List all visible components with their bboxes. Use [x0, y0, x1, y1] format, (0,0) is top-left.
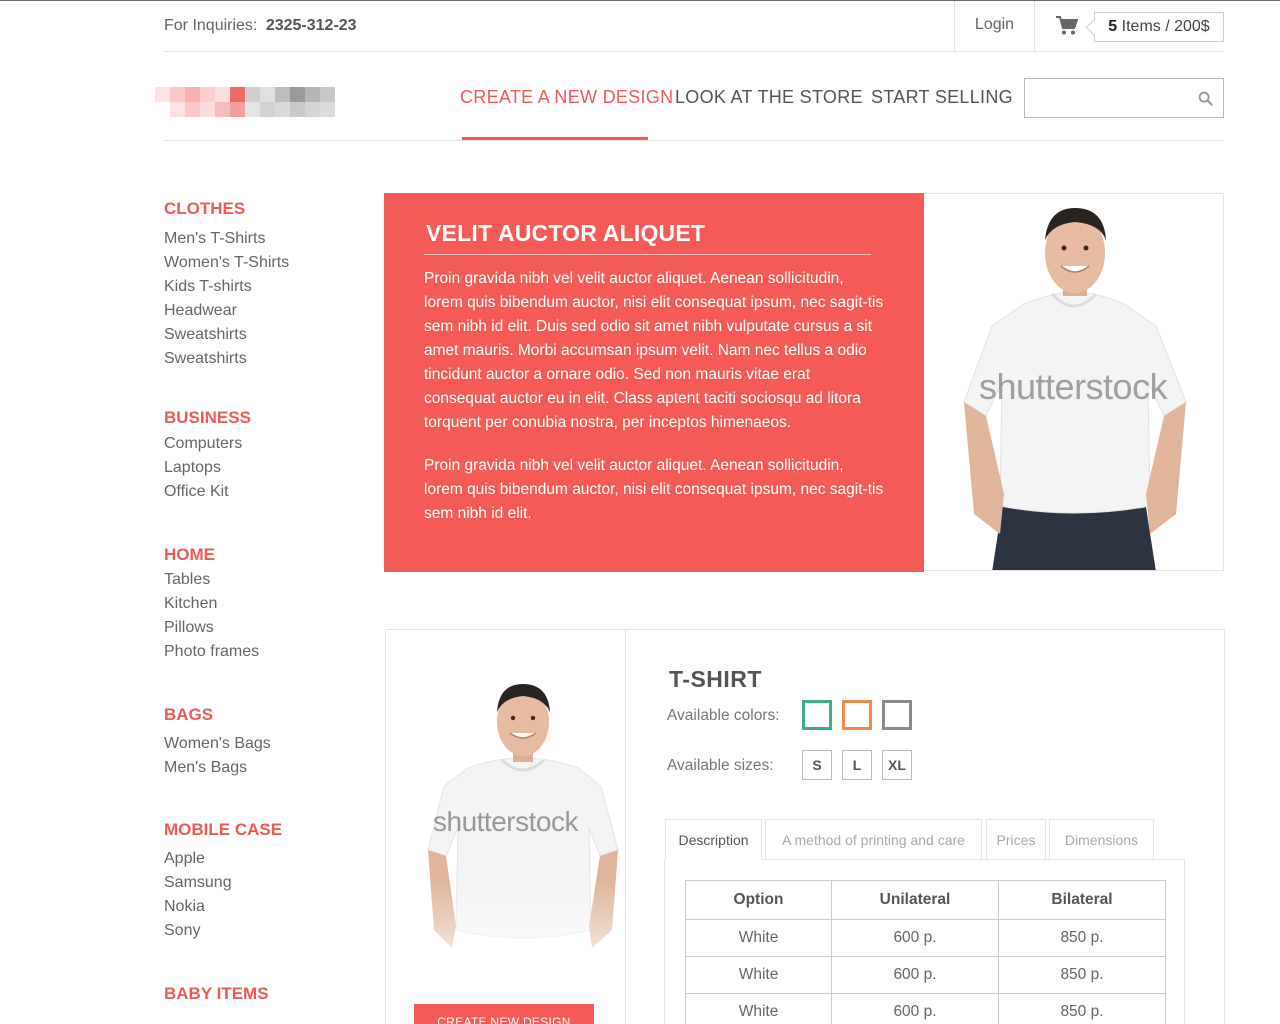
- hero-title: VELIT AUCTOR ALIQUET: [426, 220, 706, 246]
- watermark-text: shutterstock: [433, 806, 578, 837]
- inquiry-info: For Inquiries: 2325-312-23: [164, 17, 357, 35]
- category-clothes: CLOTHES Men's T-Shirts Women's T-Shirts …: [164, 197, 364, 371]
- category-item[interactable]: Men's T-Shirts: [164, 227, 364, 251]
- search-input[interactable]: [1025, 79, 1190, 117]
- hero-paragraph: Proin gravida nibh vel velit auctor aliq…: [424, 457, 884, 522]
- tab-dimensions[interactable]: Dimensions: [1049, 819, 1154, 860]
- create-new-design-button[interactable]: CREATE NEW DESIGN: [414, 1004, 594, 1024]
- available-colors-label: Available colors:: [667, 707, 780, 724]
- inquiry-label: For Inquiries:: [164, 17, 258, 34]
- search-box: [1024, 78, 1224, 118]
- table-row: White 600 p. 850 p.: [685, 993, 1166, 1024]
- category-item[interactable]: Kitchen: [164, 592, 364, 616]
- size-option-xl[interactable]: XL: [882, 750, 912, 780]
- category-sidebar: CLOTHES Men's T-Shirts Women's T-Shirts …: [164, 197, 364, 1006]
- column-header-bilateral: Bilateral: [998, 880, 1166, 920]
- cart-summary[interactable]: 5 Items / 200$: [1094, 12, 1224, 42]
- table-header-row: Option Unilateral Bilateral: [685, 880, 1166, 920]
- product-card: shutterstock CREATE NEW DESIGN T-SHIRT A…: [385, 629, 1225, 1024]
- table-cell: 600 p.: [831, 993, 999, 1024]
- category-item[interactable]: Men's Bags: [164, 756, 364, 780]
- cart-total: Items / 200$: [1117, 18, 1210, 35]
- header-divider: [164, 140, 1224, 141]
- nav-look-store[interactable]: LOOK AT THE STORE: [675, 87, 863, 108]
- category-item[interactable]: Photo frames: [164, 640, 364, 664]
- category-baby-items: BABY ITEMS: [164, 982, 364, 1006]
- product-title: T-SHIRT: [669, 666, 762, 692]
- category-item[interactable]: Sweatshirts: [164, 347, 364, 371]
- category-bags: BAGS Women's Bags Men's Bags: [164, 703, 364, 780]
- category-item[interactable]: Women's T-Shirts: [164, 251, 364, 275]
- table-cell: 850 p.: [998, 919, 1166, 957]
- table-cell: White: [685, 993, 832, 1024]
- table-cell: White: [685, 956, 832, 994]
- category-title[interactable]: BUSINESS: [164, 406, 364, 430]
- hero-model-image: shutterstock: [924, 193, 1224, 571]
- table-row: White 600 p. 850 p.: [685, 956, 1166, 994]
- table-cell: White: [685, 919, 832, 957]
- table-cell: 850 p.: [998, 956, 1166, 994]
- category-title[interactable]: BAGS: [164, 703, 364, 727]
- search-icon[interactable]: [1198, 91, 1213, 106]
- category-home: HOME Tables Kitchen Pillows Photo frames: [164, 543, 364, 664]
- category-business: BUSINESS Computers Laptops Office Kit: [164, 406, 364, 504]
- table-cell: 600 p.: [831, 919, 999, 957]
- category-item[interactable]: Women's Bags: [164, 732, 364, 756]
- category-item[interactable]: Sony: [164, 919, 364, 943]
- category-title[interactable]: BABY ITEMS: [164, 982, 364, 1006]
- login-link[interactable]: Login: [954, 1, 1035, 52]
- nav-start-selling[interactable]: START SELLING: [871, 87, 1013, 108]
- inquiry-phone[interactable]: 2325-312-23: [266, 17, 357, 34]
- category-item[interactable]: Laptops: [164, 456, 364, 480]
- color-swatch-gray[interactable]: [882, 700, 912, 730]
- category-item[interactable]: Office Kit: [164, 480, 364, 504]
- column-header-unilateral: Unilateral: [831, 880, 999, 920]
- color-swatch-green[interactable]: [802, 700, 832, 730]
- tab-printing-care[interactable]: A method of printing and care: [765, 819, 982, 860]
- category-mobile-case: MOBILE CASE Apple Samsung Nokia Sony: [164, 818, 364, 943]
- options-price-table: Option Unilateral Bilateral White 600 p.…: [685, 880, 1166, 1024]
- table-cell: 850 p.: [998, 993, 1166, 1024]
- color-swatch-orange[interactable]: [842, 700, 872, 730]
- category-title[interactable]: CLOTHES: [164, 197, 364, 221]
- category-title[interactable]: HOME: [164, 543, 364, 567]
- top-bar: For Inquiries: 2325-312-23 Login 5 Items…: [164, 1, 1224, 52]
- hero-paragraph: Proin gravida nibh vel velit auctor aliq…: [424, 270, 884, 431]
- category-item[interactable]: Headwear: [164, 299, 364, 323]
- category-item[interactable]: Nokia: [164, 895, 364, 919]
- category-item[interactable]: Apple: [164, 847, 364, 871]
- table-row: White 600 p. 850 p.: [685, 919, 1166, 957]
- category-item[interactable]: Sweatshirts: [164, 323, 364, 347]
- shopping-cart-icon[interactable]: [1056, 16, 1078, 36]
- size-option-l[interactable]: L: [842, 750, 872, 780]
- column-header-option: Option: [685, 880, 832, 920]
- category-item[interactable]: Tables: [164, 568, 364, 592]
- hero-title-divider: [424, 254, 871, 255]
- tab-description[interactable]: Description: [665, 819, 762, 860]
- category-title[interactable]: MOBILE CASE: [164, 818, 364, 842]
- table-cell: 600 p.: [831, 956, 999, 994]
- category-item[interactable]: Kids T-shirts: [164, 275, 364, 299]
- nav-create-design[interactable]: CREATE A NEW DESIGN: [460, 87, 673, 108]
- category-item[interactable]: Samsung: [164, 871, 364, 895]
- cart-count: 5: [1108, 18, 1118, 35]
- tab-prices[interactable]: Prices: [986, 819, 1046, 860]
- category-item[interactable]: Pillows: [164, 616, 364, 640]
- category-item[interactable]: Computers: [164, 432, 364, 456]
- watermark-text: shutterstock: [979, 366, 1168, 407]
- size-option-s[interactable]: S: [802, 750, 832, 780]
- available-sizes-label: Available sizes:: [667, 757, 774, 774]
- hero-banner: VELIT AUCTOR ALIQUET Proin gravida nibh …: [384, 193, 924, 572]
- logo[interactable]: [155, 87, 335, 117]
- product-image-column: shutterstock CREATE NEW DESIGN: [386, 630, 626, 1024]
